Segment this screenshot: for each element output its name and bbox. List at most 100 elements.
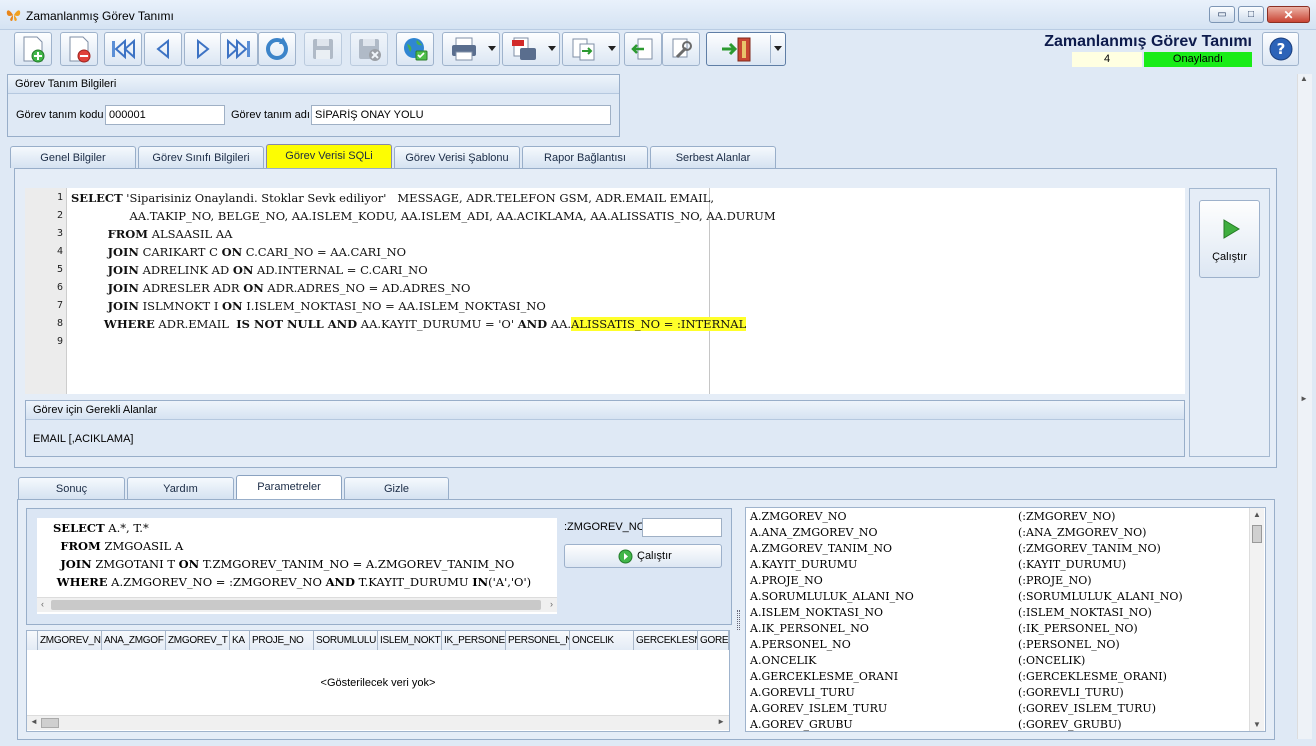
print-button[interactable] bbox=[442, 32, 500, 66]
web-button[interactable] bbox=[396, 32, 434, 66]
pdf-export-button[interactable] bbox=[502, 32, 560, 66]
parameter-row[interactable]: A.ZMGOREV_TANIM_NO (:ZMGOREV_TANIM_NO) bbox=[750, 542, 1161, 555]
tab-report-link[interactable]: Rapor Bağlantısı bbox=[522, 146, 648, 168]
line-number: 1 bbox=[56, 192, 63, 203]
parameter-row[interactable]: A.GOREV_GRUBU (:GOREV_GRUBU) bbox=[750, 718, 1122, 731]
line-number: 8 bbox=[56, 318, 63, 329]
run-params-button[interactable]: Çalıştır bbox=[564, 544, 722, 568]
line-number: 3 bbox=[56, 228, 63, 239]
cancel-save-button[interactable] bbox=[350, 32, 388, 66]
parameter-field: A.KAYIT_DURUMU bbox=[750, 558, 858, 571]
parameter-field: A.GOREVLI_TURU bbox=[750, 686, 855, 699]
grid-column-header[interactable]: IK_PERSONE bbox=[442, 631, 506, 650]
tab-task-template[interactable]: Görev Verisi Şablonu bbox=[394, 146, 520, 168]
grid-hscrollbar[interactable]: ◄ ► bbox=[27, 715, 729, 730]
tab-parameters[interactable]: Parametreler bbox=[236, 475, 342, 500]
task-name-input[interactable] bbox=[311, 105, 611, 125]
parameter-field: A.GOREV_ISLEM_TURU bbox=[750, 702, 888, 715]
tab-help-label: Yardım bbox=[163, 483, 198, 495]
parameter-row[interactable]: A.SORUMLULUK_ALANI_NO (:SORUMLULUK_ALANI_… bbox=[750, 590, 1183, 603]
parameter-row[interactable]: A.PERSONEL_NO (:PERSONEL_NO) bbox=[750, 638, 1120, 651]
maximize-button[interactable]: □ bbox=[1238, 6, 1264, 23]
param-sql-editor[interactable]: SELECT A.*, T.* FROM ZMGOASIL A JOIN ZMG… bbox=[37, 518, 557, 614]
minimize-button[interactable]: ▭ bbox=[1209, 6, 1235, 23]
next-record-button[interactable] bbox=[184, 32, 222, 66]
grid-column-header[interactable]: GOREV bbox=[698, 631, 729, 650]
last-record-button[interactable] bbox=[220, 32, 258, 66]
tab-task-sql[interactable]: Görev Verisi SQLi bbox=[266, 144, 392, 168]
param-zmgorev-input[interactable] bbox=[642, 518, 722, 537]
first-record-button[interactable] bbox=[104, 32, 142, 66]
parameter-row[interactable]: A.GOREV_ISLEM_TURU (:GOREV_ISLEM_TURU) bbox=[750, 702, 1156, 715]
chevron-down-icon bbox=[774, 46, 782, 51]
delete-button[interactable] bbox=[60, 32, 98, 66]
result-grid[interactable]: ZMGOREV_N ANA_ZMGOF ZMGOREV_T KA PROJE_N… bbox=[26, 630, 730, 732]
export-button[interactable] bbox=[562, 32, 620, 66]
tab-hide[interactable]: Gizle bbox=[344, 477, 449, 499]
parameter-row[interactable]: A.ANA_ZMGOREV_NO (:ANA_ZMGOREV_NO) bbox=[750, 526, 1146, 539]
parameter-row[interactable]: A.GERCEKLESME_ORANI (:GERCEKLESME_ORANI) bbox=[750, 670, 1167, 683]
code-line: AA.TAKIP_NO, BELGE_NO, AA.ISLEM_KODU, AA… bbox=[71, 209, 776, 223]
grid-column-header[interactable]: ANA_ZMGOF bbox=[102, 631, 166, 650]
code-line: JOIN ADRESLER ADR ON ADR.ADRES_NO = AD.A… bbox=[107, 281, 471, 295]
scroll-thumb[interactable] bbox=[51, 600, 541, 610]
parameter-placeholder: (:ZMGOREV_NO) bbox=[1018, 510, 1116, 523]
grid-column-header[interactable]: ISLEM_NOKT bbox=[378, 631, 442, 650]
window-scrollbar[interactable]: ▲ ► bbox=[1297, 74, 1312, 739]
parameter-row[interactable]: A.ZMGOREV_NO (:ZMGOREV_NO) bbox=[750, 510, 1115, 523]
previous-record-button[interactable] bbox=[144, 32, 182, 66]
parameter-row[interactable]: A.ISLEM_NOKTASI_NO (:ISLEM_NOKTASI_NO) bbox=[750, 606, 1152, 619]
code-line: SELECT A.*, T.* bbox=[53, 521, 149, 535]
help-button[interactable]: ? bbox=[1262, 32, 1299, 66]
parameter-row[interactable]: A.GOREVLI_TURU (:GOREVLI_TURU) bbox=[750, 686, 1124, 699]
panel-splitter[interactable] bbox=[737, 610, 740, 630]
parameter-field: A.PROJE_NO bbox=[750, 574, 823, 587]
tab-free-fields[interactable]: Serbest Alanlar bbox=[650, 146, 776, 168]
tab-report-link-label: Rapor Bağlantısı bbox=[544, 152, 626, 164]
print-icon bbox=[452, 37, 476, 61]
scroll-thumb[interactable] bbox=[41, 718, 59, 728]
refresh-icon bbox=[266, 37, 288, 60]
close-button[interactable]: ✕ bbox=[1267, 6, 1310, 23]
grid-column-header[interactable]: ZMGOREV_T bbox=[166, 631, 230, 650]
run-params-label: Çalıştır bbox=[637, 550, 672, 562]
line-number: 4 bbox=[56, 246, 63, 257]
refresh-button[interactable] bbox=[258, 32, 296, 66]
tools-button[interactable] bbox=[662, 32, 700, 66]
scroll-thumb[interactable] bbox=[1252, 525, 1262, 543]
sql-code-editor[interactable]: 1 2 3 4 5 6 7 8 9 SELECT 'Siparisiniz On… bbox=[25, 188, 1185, 394]
chevron-down-icon bbox=[548, 46, 556, 51]
scroll-left-icon: ‹ bbox=[41, 599, 44, 609]
grid-column-header[interactable]: ONCELIK bbox=[570, 631, 634, 650]
tab-task-class[interactable]: Görev Sınıfı Bilgileri bbox=[138, 146, 264, 168]
tab-task-sql-label: Görev Verisi SQLi bbox=[285, 150, 373, 162]
grid-column-header[interactable]: PERSONEL_N bbox=[506, 631, 570, 650]
parameter-row[interactable]: A.ONCELIK (:ONCELIK) bbox=[750, 654, 1085, 667]
line-number-gutter: 1 2 3 4 5 6 7 8 9 bbox=[25, 188, 67, 394]
parameter-list[interactable]: A.ZMGOREV_NO (:ZMGOREV_NO) A.ANA_ZMGOREV_N… bbox=[745, 507, 1266, 732]
editor-hscrollbar[interactable]: ‹ › bbox=[37, 597, 557, 612]
tab-general[interactable]: Genel Bilgiler bbox=[10, 146, 136, 168]
tab-result[interactable]: Sonuç bbox=[18, 477, 125, 499]
status-badge: Onaylandı bbox=[1144, 52, 1252, 67]
import-button[interactable] bbox=[624, 32, 662, 66]
grid-column-header[interactable]: KA bbox=[230, 631, 250, 650]
scroll-right-icon: ► bbox=[1300, 394, 1308, 403]
parameter-field: A.ONCELIK bbox=[750, 654, 817, 667]
task-code-input[interactable] bbox=[105, 105, 225, 125]
butterfly-icon bbox=[6, 10, 21, 21]
parameter-row[interactable]: A.KAYIT_DURUMU (:KAYIT_DURUMU) bbox=[750, 558, 1126, 571]
exit-button[interactable] bbox=[706, 32, 786, 66]
grid-column-header[interactable]: ZMGOREV_N bbox=[38, 631, 102, 650]
grid-column-header[interactable]: SORUMLULU bbox=[314, 631, 378, 650]
grid-column-header[interactable]: PROJE_NO bbox=[250, 631, 314, 650]
code-line: JOIN ISLMNOKT I ON I.ISLEM_NOKTASI_NO = … bbox=[107, 299, 546, 313]
parameter-row[interactable]: A.IK_PERSONEL_NO (:IK_PERSONEL_NO) bbox=[750, 622, 1138, 635]
list-vscrollbar[interactable]: ▲ ▼ bbox=[1249, 508, 1264, 731]
parameter-field: A.GERCEKLESME_ORANI bbox=[750, 670, 899, 683]
save-button[interactable] bbox=[304, 32, 342, 66]
grid-column-header[interactable]: GERCEKLESM bbox=[634, 631, 698, 650]
parameter-row[interactable]: A.PROJE_NO (:PROJE_NO) bbox=[750, 574, 1092, 587]
tab-help[interactable]: Yardım bbox=[127, 477, 234, 499]
new-button[interactable] bbox=[14, 32, 52, 66]
